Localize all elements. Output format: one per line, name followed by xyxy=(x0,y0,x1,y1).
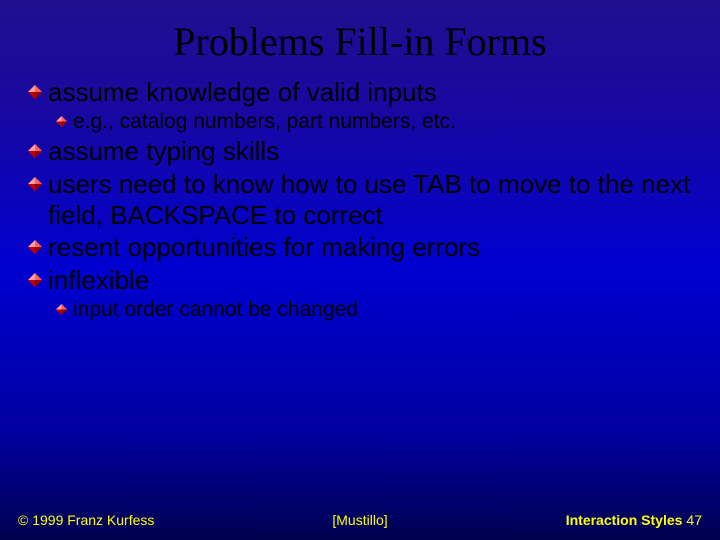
page-number: 47 xyxy=(686,512,702,528)
diamond-bullet-icon xyxy=(28,273,42,287)
content-area: assume knowledge of valid inputs e.g., c… xyxy=(0,77,720,323)
section-page: Interaction Styles47 xyxy=(566,512,702,528)
bullet-item: assume knowledge of valid inputs xyxy=(28,77,692,108)
section-label: Interaction Styles xyxy=(566,512,683,528)
bullet-text: assume knowledge of valid inputs xyxy=(48,77,437,108)
diamond-bullet-icon xyxy=(28,85,42,99)
bullet-item: users need to know how to use TAB to mov… xyxy=(28,169,692,230)
bullet-text: assume typing skills xyxy=(48,136,279,167)
diamond-bullet-icon xyxy=(56,116,67,127)
diamond-bullet-icon xyxy=(28,240,42,254)
bullet-text: resent opportunities for making errors xyxy=(48,232,480,263)
citation-text: [Mustillo] xyxy=(332,512,387,528)
sub-bullet-item: input order cannot be changed xyxy=(56,298,692,323)
sub-bullet-item: e.g., catalog numbers, part numbers, etc… xyxy=(56,110,692,135)
bullet-text: users need to know how to use TAB to mov… xyxy=(48,169,692,230)
bullet-text: inflexible xyxy=(48,265,149,296)
slide: Problems Fill-in Forms assume knowledge … xyxy=(0,0,720,540)
bullet-item: assume typing skills xyxy=(28,136,692,167)
diamond-bullet-icon xyxy=(28,144,42,158)
bullet-item: inflexible xyxy=(28,265,692,296)
copyright-text: © 1999 Franz Kurfess xyxy=(18,512,154,528)
sub-bullet-text: e.g., catalog numbers, part numbers, etc… xyxy=(73,110,456,135)
bullet-item: resent opportunities for making errors xyxy=(28,232,692,263)
sub-bullet-text: input order cannot be changed xyxy=(73,298,358,323)
diamond-bullet-icon xyxy=(56,304,67,315)
diamond-bullet-icon xyxy=(28,177,42,191)
footer: © 1999 Franz Kurfess [Mustillo] Interact… xyxy=(0,512,720,528)
slide-title: Problems Fill-in Forms xyxy=(0,0,720,75)
